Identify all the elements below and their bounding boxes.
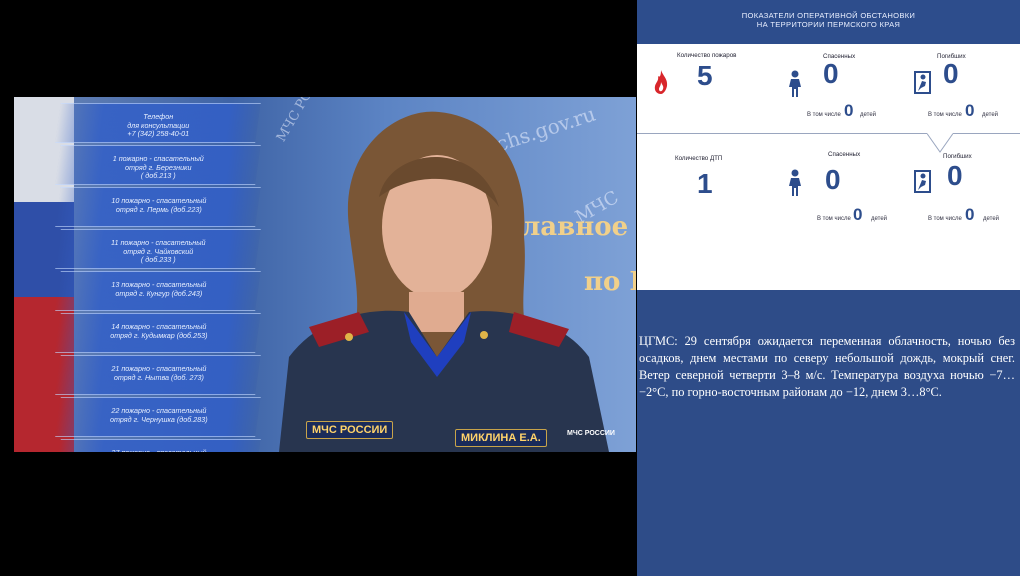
weather-panel: ЦГМС: 29 сентября ожидается переменная о… bbox=[637, 290, 1020, 576]
deceased-icon bbox=[914, 170, 931, 193]
section-divider bbox=[953, 133, 1020, 134]
fires-rescued-count: 0 bbox=[823, 58, 839, 89]
phone-list-item: 10 пожарно - спасательный отряд г. Пермь… bbox=[55, 187, 261, 227]
phone-list-item: 14 пожарно - спасательный отряд г. Кудым… bbox=[55, 313, 261, 353]
dtp-rescued-children-label: В том числе bbox=[817, 216, 851, 222]
dtp-dead-children-suffix: детей bbox=[983, 216, 1000, 222]
fires-dead-children-label: В том числе bbox=[928, 112, 962, 118]
dtp-dead-children-label: В том числе bbox=[928, 216, 962, 222]
fires-rescued-children-suffix: детей bbox=[860, 112, 877, 118]
phone-list-item: 21 пожарно - спасательный отряд г. Нытва… bbox=[55, 355, 261, 395]
dtp-dead-label: Погибших bbox=[943, 153, 972, 160]
stats-panel: ПОКАЗАТЕЛИ ОПЕРАТИВНОЙ ОБСТАНОВКИ НА ТЕР… bbox=[637, 0, 1020, 290]
phone-list-item: 22 пожарно - спасательный отряд г. Черну… bbox=[55, 397, 261, 437]
phone-list-item: Телефон для консультации +7 (342) 258-40… bbox=[55, 103, 261, 143]
deceased-icon bbox=[914, 71, 931, 94]
phone-list-item: 13 пожарно - спасательный отряд г. Кунгу… bbox=[55, 271, 261, 311]
fires-count: 5 bbox=[697, 60, 713, 91]
fires-dead-children-suffix: детей bbox=[982, 112, 999, 118]
fire-icon bbox=[654, 70, 668, 94]
dtp-rescued-label: Спасенных bbox=[828, 151, 861, 158]
section-divider bbox=[637, 133, 927, 134]
dtp-rescued-children-suffix: детей bbox=[871, 216, 888, 222]
name-tag: МИКЛИНА Е.А. bbox=[455, 429, 547, 447]
fires-rescued-children-label: В том числе bbox=[807, 112, 841, 118]
dtp-dead-children-count: 0 bbox=[965, 205, 975, 224]
presenter-illustration bbox=[279, 111, 609, 452]
divider-notch bbox=[927, 133, 953, 153]
sleeve-patch-text: МЧС РОССИИ bbox=[567, 430, 615, 437]
phone-list-item: 27 пожарно - спасательный отряд г. Чусов… bbox=[55, 439, 261, 452]
fires-label: Количество пожаров bbox=[677, 52, 737, 59]
stats-title: ПОКАЗАТЕЛИ ОПЕРАТИВНОЙ ОБСТАНОВКИ НА ТЕР… bbox=[741, 11, 916, 29]
weather-forecast-text: ЦГМС: 29 сентября ожидается переменная о… bbox=[639, 334, 1015, 399]
chest-badge: МЧС РОССИИ bbox=[306, 421, 394, 439]
fires-rescued-children-count: 0 bbox=[844, 101, 854, 120]
dtp-rescued-children-count: 0 bbox=[853, 205, 863, 224]
fires-dead-children-count: 0 bbox=[965, 101, 975, 120]
person-icon bbox=[789, 169, 801, 196]
dtp-label: Количество ДТП bbox=[675, 155, 723, 162]
phone-list-item: 11 пожарно - спасательный отряд г. Чайко… bbox=[55, 229, 261, 269]
dtp-dead-count: 0 bbox=[947, 160, 963, 191]
fires-dead-count: 0 bbox=[943, 58, 959, 89]
dtp-count: 1 bbox=[697, 168, 713, 199]
video-frame: МЧС РОССИИ chs.gov.ru МЧС Главное уп по … bbox=[14, 97, 636, 452]
phone-list-item: 1 пожарно - спасательный отряд г. Березн… bbox=[55, 145, 261, 185]
phone-list: Телефон для консультации +7 (342) 258-40… bbox=[55, 103, 261, 452]
dtp-rescued-count: 0 bbox=[825, 164, 841, 195]
stats-header: ПОКАЗАТЕЛИ ОПЕРАТИВНОЙ ОБСТАНОВКИ НА ТЕР… bbox=[637, 0, 1020, 44]
person-icon bbox=[789, 70, 801, 97]
